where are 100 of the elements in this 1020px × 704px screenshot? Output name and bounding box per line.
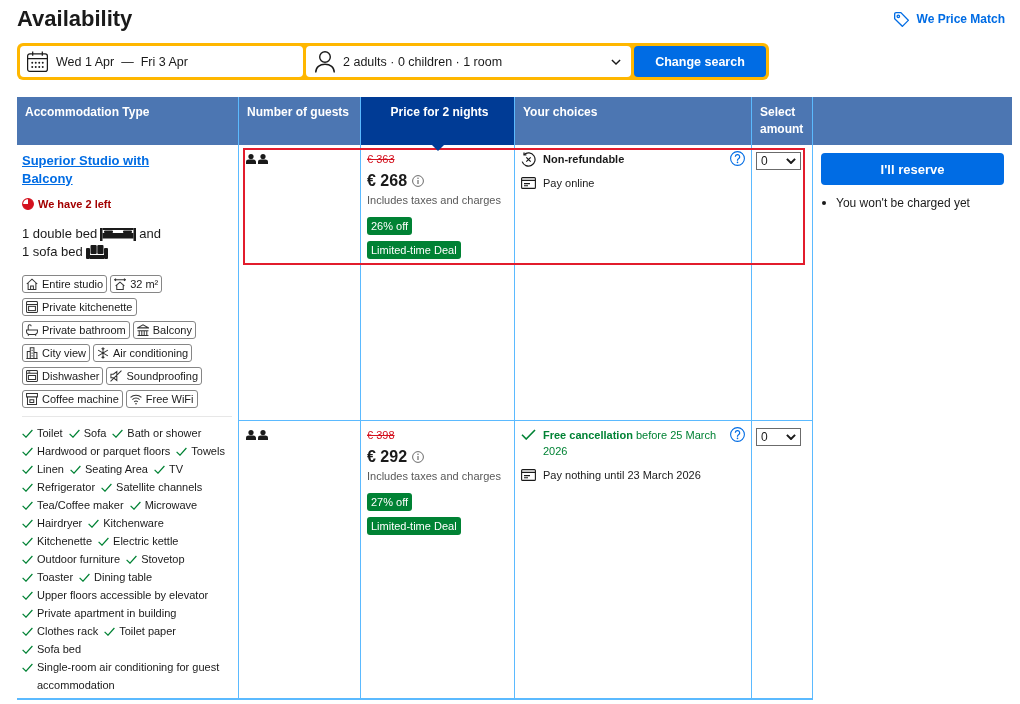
facility-label: Balcony [152,323,192,337]
info-icon[interactable] [412,175,425,187]
cancellation-policy: Non-refundable [543,152,625,167]
tag-icon [893,11,909,27]
date-field[interactable]: Wed 1 Apr — Fri 3 Apr [20,46,303,77]
change-search-button[interactable]: Change search [634,46,766,77]
facility-label: Dishwasher [42,369,100,383]
wifi-icon [129,393,142,405]
two-people-icon [246,430,268,440]
amenity-label: Tea/Coffee maker [37,498,124,513]
amenity-label: Hairdryer [37,516,83,531]
check-icon [22,663,33,672]
check-icon [98,537,110,546]
check-icon [129,501,141,510]
check-icon [22,483,33,492]
bullet-icon [822,201,826,205]
amenity-label: Toilet paper [119,624,176,639]
balcony-icon [136,324,149,336]
check-icon [68,429,80,438]
deal-badge: 26% off [367,217,413,235]
facility-label: 32 m² [130,277,159,291]
check-icon [153,465,165,474]
check-icon [22,465,33,474]
amenity-label: Private apartment in building [37,606,177,621]
check-icon [101,483,113,492]
guests-summary: 2 adults · 0 children · 1 room [343,53,503,70]
facility-label: Coffee machine [42,392,119,406]
bathtub-icon [26,324,38,336]
column-header: Number of guests [239,97,361,145]
check-icon [521,429,536,440]
buildings-icon [26,347,38,359]
amenity-label: Towels [191,444,225,459]
help-icon[interactable] [730,427,745,442]
chevron-down-icon [786,434,796,440]
amenity-label: Sofa bed [37,642,82,657]
double-bed-icon [100,227,137,241]
mute-icon [110,370,123,382]
circle-cross-icon [521,151,536,167]
amenity-label: TV [168,462,183,477]
check-icon [69,465,81,474]
column-header: Your choices [515,97,752,145]
date-separator: — [121,53,134,70]
amenity-label: Dining table [94,570,153,585]
house-measure-icon [114,278,127,290]
amenity-label: Single-room air conditioning for guest accommodation [37,660,221,693]
amenity-label: Clothes rack [37,624,99,639]
facility-label: Air conditioning [113,346,189,360]
check-icon [22,519,33,528]
sofa-icon [85,245,108,259]
amenity-label: Hardwood or parquet floors [37,444,171,459]
check-icon [22,645,33,654]
deal-badge: 27% off [367,493,413,511]
original-price: € 363 [367,152,395,166]
amenity-label: Bath or shower [127,426,202,441]
amenity-label: Upper floors accessible by elevator [37,588,209,603]
payment-policy: Pay online [543,176,595,191]
deal-badge: Limited-time Deal [367,241,461,259]
check-icon [22,537,33,546]
original-price: € 398 [367,428,395,442]
bed-description: 1 sofa bed [22,243,83,261]
check-icon [22,627,33,636]
check-icon [176,447,188,456]
bed-description: 1 double bed [22,225,98,243]
calendar-icon [27,51,48,72]
check-icon [22,555,33,564]
amenity-label: Toaster [37,570,74,585]
check-out-date: Fri 3 Apr [140,53,188,70]
conjunction-text: and [139,225,161,243]
column-header: Select amount [752,97,813,145]
check-icon [22,447,33,456]
room-name-link[interactable]: Superior Studio with Balcony [22,152,187,188]
column-header: Accommodation Type [17,97,239,145]
help-icon[interactable] [730,151,745,166]
reserve-button[interactable]: I'll reserve [821,153,1004,185]
check-icon [79,573,91,582]
check-in-date: Wed 1 Apr [56,53,115,70]
amount-select[interactable]: 0 [756,428,801,446]
amenity-label: Kitchenette [37,534,93,549]
price-note: Includes taxes and charges [367,469,502,483]
page-title: Availability [17,6,133,32]
coffee-machine-icon [26,393,38,405]
amenity-label: Electric kettle [113,534,179,549]
chevron-down-icon [786,158,796,164]
check-icon [22,429,33,438]
snowflake-icon [97,347,109,359]
price-match-link[interactable]: We Price Match [893,11,1005,27]
facility-label: Private kitchenette [42,300,133,314]
price: € 292 [367,447,408,467]
check-icon [112,429,124,438]
facility-label: Private bathroom [42,323,126,337]
info-icon[interactable] [412,451,425,463]
amenity-label: Refrigerator [37,480,96,495]
amount-select[interactable]: 0 [756,152,801,170]
amenity-label: Satellite channels [116,480,203,495]
payment-policy: Pay nothing until 23 March 2026 [543,468,701,483]
amenity-label: Sofa [83,426,107,441]
amenity-label: Toilet [37,426,63,441]
check-icon [22,501,33,510]
card-icon [521,177,536,189]
guests-field[interactable]: 2 adults · 0 children · 1 room [306,46,631,77]
